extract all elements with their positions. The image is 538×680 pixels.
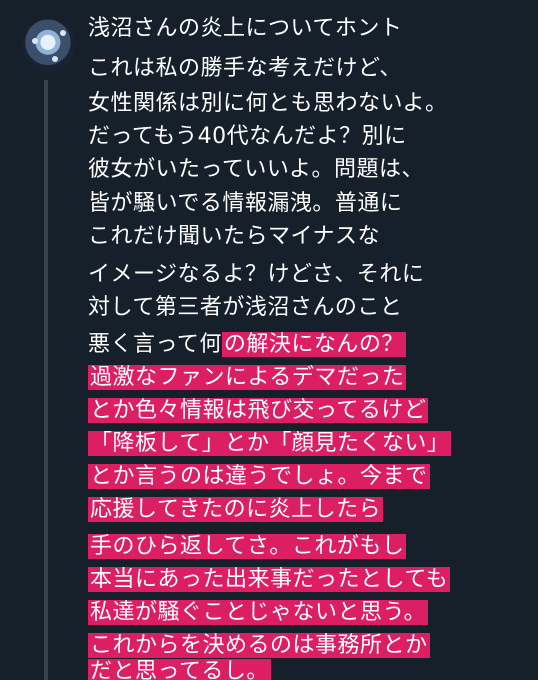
tweet-line: 浅沼さんの炎上についてホント: [88, 14, 402, 44]
line-text: イメージなるよ？けどさ、それに: [88, 262, 425, 287]
highlighted-text: 本当にあった出来事だったとしても: [88, 567, 451, 592]
avatar-decoration: [60, 30, 66, 36]
tweet-line: 応援してきたのに炎上したら: [88, 495, 384, 525]
thread-line: [44, 80, 48, 680]
highlighted-text: 手のひら返してさ。これがもし: [88, 534, 407, 559]
avatar-decoration: [52, 56, 58, 62]
highlighted-text: これからを決めるのは事務所とか: [88, 633, 430, 658]
tweet-line: イメージなるよ？けどさ、それに: [88, 260, 424, 290]
tweet-line: これだけ聞いたらマイナスな: [88, 222, 380, 252]
line-text: これだけ聞いたらマイナスな: [88, 224, 381, 249]
tweet-line: 本当にあった出来事だったとしても: [88, 565, 451, 595]
tweet-line: これは私の勝手な考えだけど、: [88, 54, 402, 84]
line-text: 浅沼さんの炎上についてホント: [88, 16, 403, 41]
highlighted-text: 私達が騒ぐことじゃないと思う。: [88, 600, 429, 625]
avatar[interactable]: [22, 18, 76, 72]
tweet-line: 手のひら返してさ。これがもし: [88, 532, 407, 562]
tweet-line: 私達が騒ぐことじゃないと思う。: [88, 598, 429, 628]
highlighted-text: 「降板して」とか「顔見たくない」: [88, 431, 452, 456]
highlighted-text: の解決になんの？: [221, 332, 406, 357]
tweet-line: とか言うのは違うでしょ。今まで: [88, 462, 430, 492]
line-text: これは私の勝手な考えだけど、: [88, 56, 402, 81]
tweet-line: 悪く言って何の解決になんの？: [88, 330, 406, 360]
tweet-line: 女性関係は別に何とも思わないよ。: [88, 89, 448, 119]
tweet-line: 対して第三者が浅沼さんのこと: [88, 293, 402, 323]
avatar-decoration: [32, 38, 38, 44]
highlighted-text: 応援してきたのに炎上したら: [88, 497, 384, 522]
tweet-line: とか色々情報は飛び交ってるけど: [88, 396, 429, 426]
highlighted-text: とか色々情報は飛び交ってるけど: [88, 398, 429, 423]
tweet-screen: 浅沼さんの炎上についてホント これは私の勝手な考えだけど、 女性関係は別に何とも…: [0, 0, 538, 680]
line-text: 彼女がいたっていいよ。問題は、: [88, 157, 424, 182]
tweet-line: 皆が騒いでる情報漏洩。普通に: [88, 189, 402, 219]
highlighted-text: とか言うのは違うでしょ。今まで: [88, 464, 430, 489]
tweet-line: だと思ってるし。: [88, 657, 271, 680]
line-text: 対して第三者が浅沼さんのこと: [88, 295, 403, 320]
tweet-line: だってもう40代なんだよ？別に: [88, 122, 407, 152]
tweet-line: 「降板して」とか「顔見たくない」: [88, 429, 452, 459]
highlighted-text: だと思ってるし。: [88, 659, 271, 680]
tweet-line: 過激なファンによるデマだった: [88, 363, 407, 393]
highlighted-text: 過激なファンによるデマだった: [88, 365, 407, 390]
tweet-line: 彼女がいたっていいよ。問題は、: [88, 155, 424, 185]
line-text: 皆が騒いでる情報漏洩。普通に: [88, 191, 403, 216]
line-text: 女性関係は別に何とも思わないよ。: [88, 91, 448, 116]
line-text: だってもう40代なんだよ？別に: [88, 124, 407, 149]
line-text: 悪く言って何: [88, 332, 222, 357]
